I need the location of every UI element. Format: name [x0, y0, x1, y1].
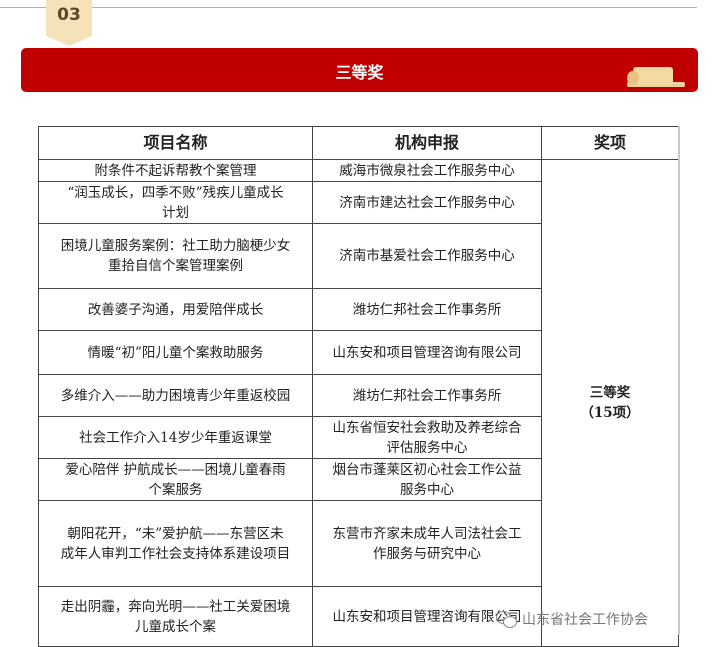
- header-org: 机构申报: [312, 126, 542, 160]
- project-cell: 附条件不起诉帮教个案管理: [38, 159, 313, 182]
- section-number: 03: [57, 5, 81, 25]
- section-number-tab: 03: [46, 0, 92, 46]
- org-cell: 烟台市蓬莱区初心社会工作公益 服务中心: [312, 458, 542, 501]
- org-cell: 山东安和项目管理咨询有限公司: [312, 330, 542, 375]
- watermark-text: 山东省社会工作协会: [522, 612, 648, 628]
- project-cell: 困境儿童服务案例：社工助力脑梗少女 重拾自信个案管理案例: [38, 223, 313, 289]
- org-cell: 潍坊仁邦社会工作事务所: [312, 374, 542, 417]
- table-header-row: 项目名称 机构申报 奖项: [38, 126, 679, 160]
- top-divider-line: [0, 7, 697, 8]
- page-edge-shadow: [678, 126, 680, 635]
- project-cell: 朝阳花开，“未”爱护航——东营区未 成年人审判工作社会支持体系建设项目: [38, 500, 313, 587]
- project-cell: 情暖“初”阳儿童个案救助服务: [38, 330, 313, 375]
- award-cell: 三等奖 （15项）: [541, 159, 679, 647]
- org-cell: 济南市建达社会工作服务中心: [312, 181, 542, 224]
- project-cell: “润玉成长，四季不败”残疾儿童成长 计划: [38, 181, 313, 224]
- project-cell: 走出阴霾，奔向光明——社工关爱困境 儿童成长个案: [38, 586, 313, 647]
- wechat-icon: [496, 610, 518, 628]
- project-cell: 多维介入——助力困境青少年重返校园: [38, 374, 313, 417]
- org-cell: 潍坊仁邦社会工作事务所: [312, 288, 542, 331]
- org-cell: 济南市基爱社会工作服务中心: [312, 223, 542, 289]
- project-cell: 爱心陪伴 护航成长——困境儿童春雨 个案服务: [38, 458, 313, 501]
- project-cell: 改善婆子沟通，用爱陪伴成长: [38, 288, 313, 331]
- award-level: 三等奖: [589, 385, 631, 401]
- scroll-icon: [627, 63, 687, 89]
- banner-title: 三等奖: [335, 63, 384, 82]
- header-award: 奖项: [541, 126, 679, 160]
- org-cell: 东营市齐家未成年人司法社会工 作服务与研究中心: [312, 500, 542, 587]
- table-row: 附条件不起诉帮教个案管理 威海市微泉社会工作服务中心 三等奖 （15项）: [38, 159, 679, 647]
- org-cell: 威海市微泉社会工作服务中心: [312, 159, 542, 182]
- award-count: （15项）: [580, 405, 640, 421]
- award-banner: 三等奖: [21, 48, 698, 92]
- project-cell: 社会工作介入14岁少年重返课堂: [38, 416, 313, 459]
- watermark: 山东省社会工作协会: [496, 607, 648, 631]
- org-cell: 山东省恒安社会救助及养老综合 评估服务中心: [312, 416, 542, 459]
- awards-table: 项目名称 机构申报 奖项 附条件不起诉帮教个案管理 威海市微泉社会工作服务中心 …: [38, 126, 679, 647]
- header-project: 项目名称: [38, 126, 313, 160]
